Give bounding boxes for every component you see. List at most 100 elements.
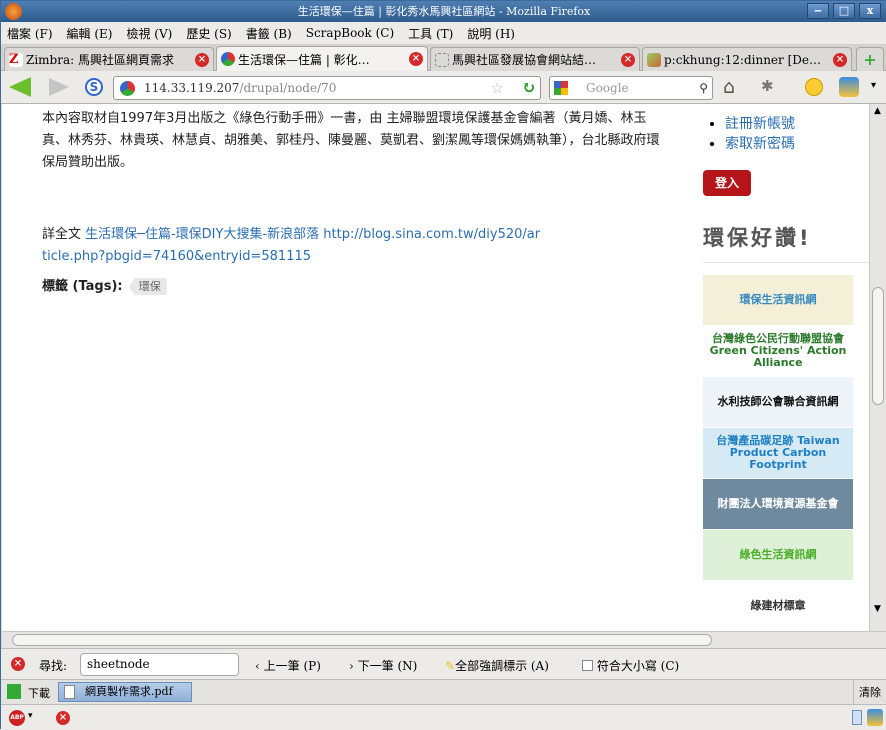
download-item[interactable]: 網頁製作需求.pdf [58,682,192,702]
menu-bar: 檔案 (F) 編輯 (E) 檢視 (V) 歷史 (S) 書籤 (B) Scrap… [1,22,886,44]
bookmark-star-icon[interactable]: ☆ [491,77,504,99]
download-filename: 網頁製作需求.pdf [85,685,173,698]
banner-list: 環保生活資訊網 台灣綠色公民行動聯盟協會 Green Citizens' Acti… [703,275,855,631]
site-favicon [120,81,135,96]
google-icon [554,81,568,95]
minimize-button[interactable]: ‒ [807,3,829,19]
bug-icon[interactable]: ✱ [761,77,774,95]
find-previous-label: 上一筆 (P) [263,659,321,673]
status-bar: ABP ▾ × [1,704,886,730]
window-title: 生活環保—住篇 | 彰化秀水馬興社區網站 - Mozilla Firefox [297,5,591,18]
partner-banner[interactable]: 台灣產品碳足跡 Taiwan Product Carbon Footprint [703,428,853,478]
search-placeholder: Google [586,81,629,95]
window-titlebar: 生活環保—住篇 | 彰化秀水馬興社區網站 - Mozilla Firefox ‒… [1,1,886,22]
close-window-button[interactable]: x [859,3,881,19]
match-case-label: 符合大小寫 (C) [596,659,680,673]
forward-arrow-icon[interactable] [49,78,69,96]
highlight-all-label: 全部強調標示 (A) [455,659,549,673]
menu-bookmarks[interactable]: 書籤 (B) [246,25,292,42]
highlighter-icon: ✎ [445,659,456,673]
partner-banner[interactable]: 綠色生活資訊網 [703,530,853,580]
scrapbook-icon[interactable]: S [85,78,103,96]
file-icon [64,685,75,699]
tab-site-structure[interactable]: 馬興社區發展協會網站結… × [430,47,640,71]
page-content: 本內容取材自1997年3月出版之《綠色行動手冊》一書，由 主婦聯盟環境保護基金會… [2,104,869,631]
checkbox-box[interactable] [582,660,593,671]
partner-banner[interactable]: 水利技師公會聯合資訊網 [703,377,853,427]
partner-banner[interactable]: 財團法人環境資源基金會 [703,479,853,529]
menu-edit[interactable]: 編輯 (E) [67,25,113,42]
blog-link[interactable]: 生活環保─住篇-環保DIY大搜集-新浪部落 [85,227,319,242]
highlight-all-button[interactable]: ✎全部強調標示 (A) [445,657,549,674]
menu-help[interactable]: 說明 (H) [467,25,515,42]
navigation-toolbar: S 114.33.119.207/drupal/node/70 ☆ ↻ Goog… [1,71,886,104]
menu-tools[interactable]: 工具 (T) [408,25,453,42]
tab-label: 馬興社區發展協會網站結… [452,53,597,67]
chevron-down-icon[interactable]: ▾ [28,711,33,721]
find-bar: × 尋找: sheetnode ‹ 上一筆 (P) › 下一筆 (N) ✎全部強… [1,648,886,679]
extension-icon[interactable] [839,77,859,97]
binoculars-icon[interactable]: ⚲ [699,77,708,99]
url-input[interactable]: 114.33.119.207/drupal/node/70 ☆ ↻ [113,76,541,100]
search-input[interactable]: Google ⚲ [549,76,713,100]
menu-view[interactable]: 檢視 (V) [126,25,172,42]
partner-banner[interactable]: 綠建材標章 [703,581,853,631]
find-label: 尋找: [39,659,68,673]
horizontal-scrollbar[interactable] [2,631,886,648]
tab-bar: Z Zimbra: 馬興社區網頁需求 × 生活環保—住篇 | 彰化… × 馬興社… [1,44,886,71]
smiley-icon[interactable] [805,78,823,96]
tab-label: p:ckhung:12:dinner [De… [664,52,821,67]
tab-zimbra[interactable]: Z Zimbra: 馬興社區網頁需求 × [4,47,214,71]
close-tab-icon[interactable]: × [409,52,423,66]
request-password-link[interactable]: 索取新密碼 [725,136,795,152]
close-tab-icon[interactable]: × [621,52,635,67]
clear-downloads-button[interactable]: 清除 [853,680,881,704]
chevron-down-icon[interactable]: ▾ [871,80,876,91]
full-article-line: 詳全文 生活環保─住篇-環保DIY大搜集-新浪部落 http://blog.si… [42,224,542,268]
back-arrow-icon[interactable] [9,77,31,97]
close-tab-icon[interactable]: × [195,52,209,67]
find-next-label: 下一筆 (N) [357,659,418,673]
tag-chip[interactable]: 環保 [128,278,167,295]
find-next-button[interactable]: › 下一筆 (N) [349,657,417,674]
extension-status-icon[interactable] [867,709,883,726]
blank-page-icon [435,52,449,67]
article-paragraph: 本內容取材自1997年3月出版之《綠色行動手冊》一書，由 主婦聯盟環境保護基金會… [42,111,660,170]
download-icon [7,684,21,699]
partner-banner[interactable]: 環保生活資訊網 [703,275,853,325]
downloads-bar: 下載 網頁製作需求.pdf 清除 [1,679,886,704]
maximize-button[interactable]: □ [833,3,855,19]
sidebar-toggle-icon[interactable] [852,710,862,725]
tab-current-page[interactable]: 生活環保—住篇 | 彰化… × [216,46,428,71]
sidebar-heading: 環保好讚! [703,222,869,263]
tab-label: 生活環保—住篇 | 彰化… [238,52,370,67]
match-case-checkbox[interactable]: 符合大小寫 (C) [582,657,679,674]
wiki-icon [647,52,661,67]
find-previous-button[interactable]: ‹ 上一筆 (P) [255,657,321,674]
vertical-scrollbar[interactable]: ▲ ▼ [869,104,886,631]
menu-scrapbook[interactable]: ScrapBook (C) [306,26,394,40]
home-icon[interactable]: ⌂ [723,76,735,98]
find-input[interactable]: sheetnode [80,653,239,676]
register-link[interactable]: 註冊新帳號 [725,116,795,132]
menu-file[interactable]: 檔案 (F) [7,25,53,42]
scroll-thumb[interactable] [12,634,712,646]
error-icon[interactable]: × [56,711,70,725]
tab-dinner[interactable]: p:ckhung:12:dinner [De… × [642,47,852,71]
scroll-thumb[interactable] [872,287,884,405]
partner-banner[interactable]: 台灣綠色公民行動聯盟協會 Green Citizens' Action Alli… [703,326,853,376]
tag-label: 環保 [138,280,161,293]
close-tab-icon[interactable]: × [833,52,847,67]
more-prefix: 詳全文 [42,227,86,242]
url-path: /drupal/node/70 [239,81,337,95]
reload-icon[interactable]: ↻ [522,77,536,99]
login-button[interactable]: 登入 [703,170,751,196]
tab-label: Zimbra: 馬興社區網頁需求 [26,53,174,67]
scroll-down-icon[interactable]: ▼ [874,604,881,614]
new-tab-button[interactable]: + [856,47,884,71]
scroll-up-icon[interactable]: ▲ [874,106,881,116]
menu-history[interactable]: 歷史 (S) [186,25,231,42]
tags-row: 標籤 (Tags): 環保 [42,276,662,298]
adblock-icon[interactable]: ABP [9,710,25,726]
close-find-icon[interactable]: × [11,657,25,671]
